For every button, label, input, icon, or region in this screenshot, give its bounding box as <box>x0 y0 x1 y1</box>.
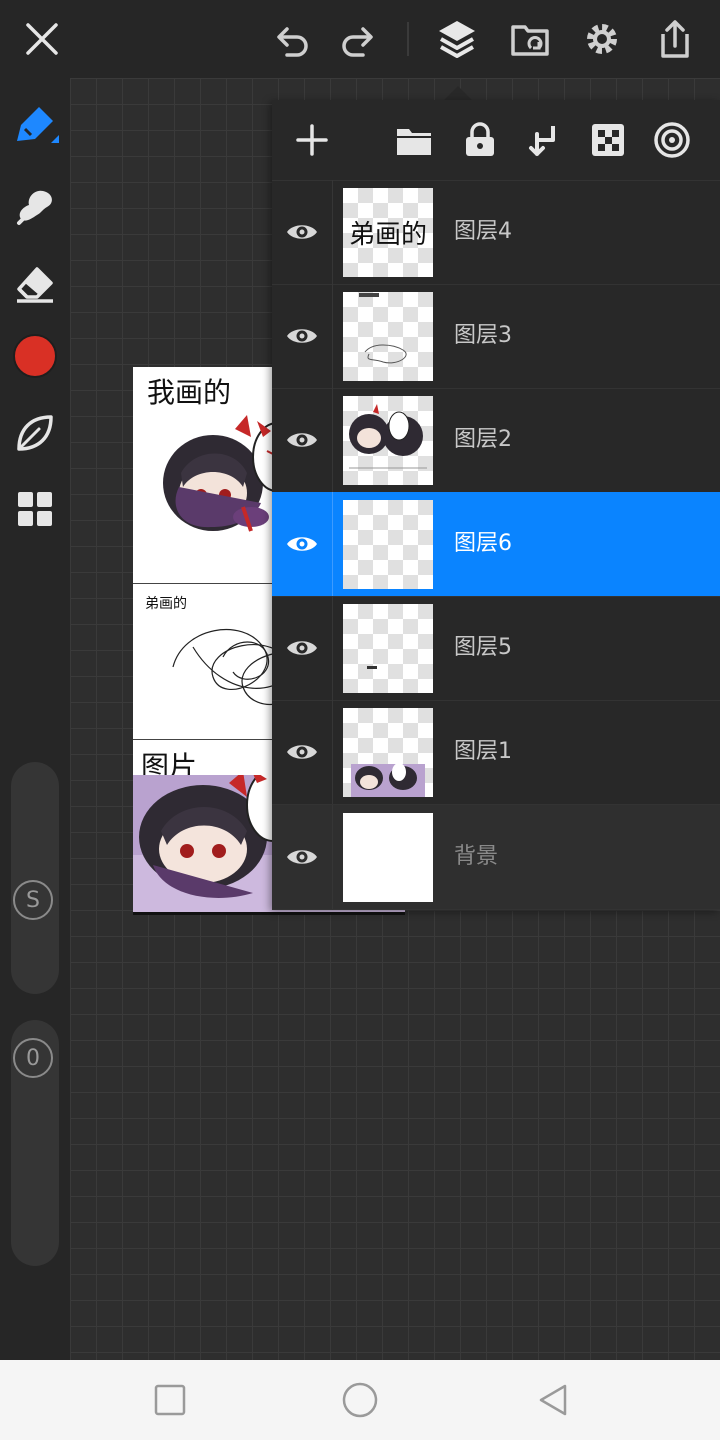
layer-thumbnail <box>343 813 433 902</box>
gallery-icon[interactable] <box>505 14 555 64</box>
size-knob[interactable]: S <box>13 880 53 920</box>
layer-name: 图层6 <box>454 531 512 556</box>
add-icon[interactable] <box>288 116 336 164</box>
recents-icon[interactable] <box>150 1380 190 1420</box>
layer-row-2[interactable]: 图层2 <box>272 388 720 493</box>
visibility-eye-icon[interactable] <box>272 388 333 492</box>
brush-size-slider[interactable]: S <box>11 762 59 994</box>
fill-leaf-icon[interactable] <box>10 408 60 458</box>
eraser-icon[interactable] <box>10 258 60 308</box>
layer-row-3[interactable]: 图层3 <box>272 284 720 389</box>
close-icon[interactable] <box>17 14 67 64</box>
brush-opacity-slider[interactable]: 0 <box>11 1020 59 1266</box>
layer-thumbnail <box>343 396 433 485</box>
folder-icon[interactable] <box>390 116 438 164</box>
layer-row-background[interactable]: 背景 <box>272 805 720 910</box>
home-icon[interactable] <box>340 1380 380 1420</box>
layer-thumbnail: 弟画的 <box>343 188 433 277</box>
visibility-eye-icon[interactable] <box>272 700 333 804</box>
tool-sidebar: S 0 <box>0 78 70 1360</box>
opacity-knob[interactable]: 0 <box>13 1038 53 1078</box>
artboard-top-text: 我画的 <box>147 376 232 409</box>
grid-menu-icon[interactable] <box>10 484 60 534</box>
smudge-icon[interactable] <box>10 180 60 230</box>
layers-icon[interactable] <box>432 14 482 64</box>
layer-name: 图层4 <box>454 219 512 244</box>
visibility-eye-icon[interactable] <box>272 596 333 700</box>
layer-row-1[interactable]: 图层1 <box>272 700 720 805</box>
redo-icon[interactable] <box>332 14 382 64</box>
layer-thumbnail <box>343 604 433 693</box>
toolbar-divider <box>407 22 409 56</box>
layer-row-5[interactable]: 图层5 <box>272 596 720 701</box>
layers-panel-toolbar <box>272 100 720 181</box>
layer-thumbnail-text: 弟画的 <box>348 220 427 250</box>
top-toolbar <box>0 0 720 78</box>
layers-panel: 弟画的 图层4 图层3 图层2 图层6 图层5 图层1 背景 <box>272 100 720 910</box>
merge-down-icon[interactable] <box>520 116 568 164</box>
layer-name: 图层1 <box>454 739 512 764</box>
layer-name: 背景 <box>454 844 499 869</box>
layer-row-6[interactable]: 图层6 <box>272 492 720 597</box>
system-nav-bar <box>0 1360 720 1440</box>
visibility-eye-icon[interactable] <box>272 180 333 284</box>
layer-thumbnail <box>343 292 433 381</box>
target-icon[interactable] <box>648 116 696 164</box>
layer-name: 图层5 <box>454 635 512 660</box>
layers-panel-caret <box>444 86 472 100</box>
layer-name: 图层3 <box>454 323 512 348</box>
visibility-eye-icon[interactable] <box>272 492 333 596</box>
layer-thumbnail <box>343 500 433 589</box>
layer-name: 图层2 <box>454 427 512 452</box>
layer-row-4[interactable]: 弟画的 图层4 <box>272 180 720 285</box>
settings-icon[interactable] <box>577 14 627 64</box>
pen-icon[interactable] <box>10 100 60 150</box>
checker-icon[interactable] <box>584 116 632 164</box>
undo-icon[interactable] <box>268 14 318 64</box>
layer-thumbnail <box>343 708 433 797</box>
lock-icon[interactable] <box>456 116 504 164</box>
visibility-eye-icon[interactable] <box>272 805 333 909</box>
color-swatch[interactable] <box>10 331 60 381</box>
visibility-eye-icon[interactable] <box>272 284 333 388</box>
share-icon[interactable] <box>650 14 700 64</box>
back-icon[interactable] <box>532 1380 572 1420</box>
